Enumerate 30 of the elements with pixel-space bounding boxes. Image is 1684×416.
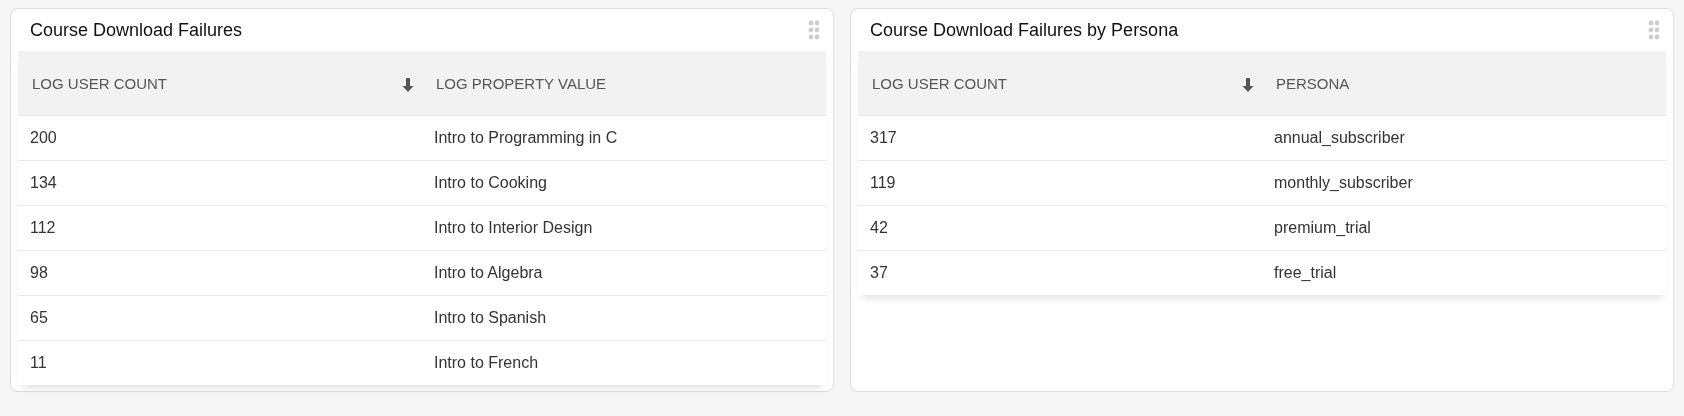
drag-handle-icon[interactable]: [808, 20, 820, 40]
table-cell-text: 65: [29, 308, 49, 328]
table-cell-text: 11: [29, 353, 48, 373]
column-header[interactable]: LOG PROPERTY VALUE: [422, 51, 826, 115]
sort-arrow-icon[interactable]: [1242, 77, 1254, 93]
table-cell-text: 42: [869, 218, 889, 238]
sort-arrow-icon[interactable]: [402, 77, 414, 93]
table-cell-text: Intro to Programming in C: [433, 128, 619, 148]
table-cell-text: monthly_subscriber: [1273, 173, 1414, 193]
table-cell-text: 37: [869, 263, 889, 283]
table-cell-text: 98: [29, 263, 49, 283]
table-cell-text: 200: [29, 128, 58, 148]
table-cell-text: Intro to Spanish: [433, 308, 548, 328]
table-cell-text: annual_subscriber: [1273, 128, 1406, 148]
table-cell-text: Intro to Interior Design: [433, 218, 594, 238]
table-cell-text: 317: [869, 128, 898, 148]
table-cell-text: Intro to French: [433, 353, 540, 373]
table-cell-text: 119: [869, 173, 897, 193]
table-cell-text: 112: [29, 218, 57, 238]
table-cell-text: Intro to Cooking: [433, 173, 548, 193]
card-title: Course Download Failures by Persona: [870, 19, 1179, 41]
table-cell-text: premium_trial: [1273, 218, 1372, 238]
column-header[interactable]: LOG USER COUNT: [858, 51, 1262, 115]
table-cell-text: Intro to Algebra: [433, 263, 544, 283]
table-cell-text: free_trial: [1273, 263, 1338, 283]
column-header[interactable]: LOG USER COUNT: [18, 51, 422, 115]
drag-handle-icon[interactable]: [1648, 20, 1660, 40]
card-title: Course Download Failures: [30, 19, 243, 41]
column-header[interactable]: PERSONA: [1262, 51, 1666, 115]
table-cell-text: 134: [29, 173, 58, 193]
